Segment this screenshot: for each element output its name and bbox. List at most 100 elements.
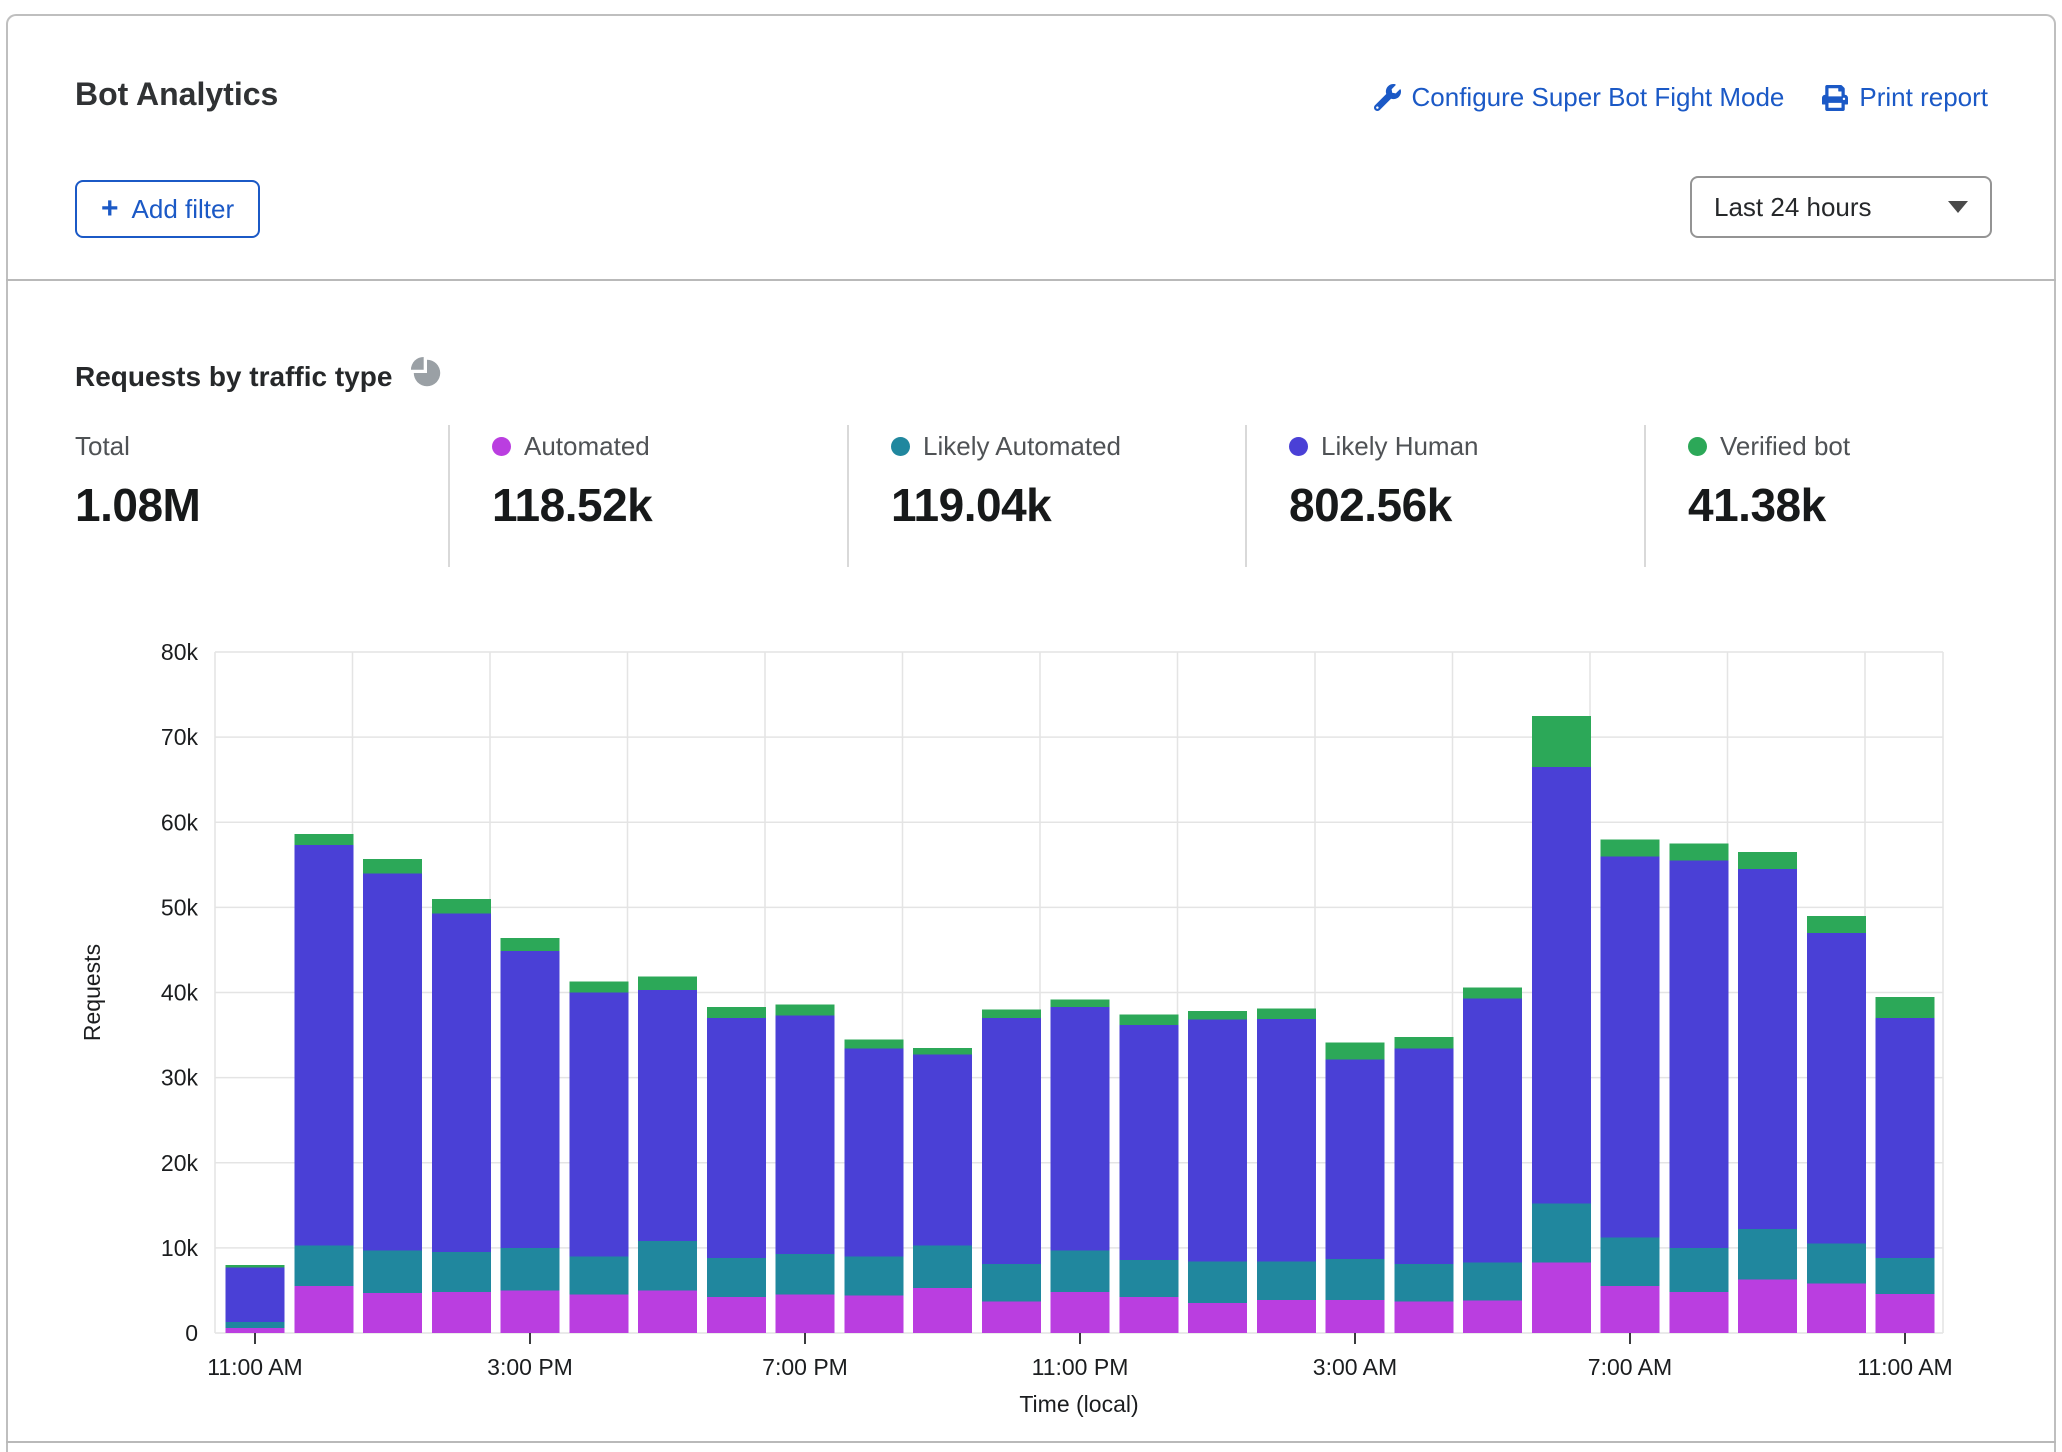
bar-segment-verified-bot[interactable] xyxy=(363,859,422,873)
bar-segment-automated[interactable] xyxy=(1601,1286,1660,1333)
bar-segment-automated[interactable] xyxy=(363,1293,422,1333)
bar-segment-verified-bot[interactable] xyxy=(707,1007,766,1018)
bar-segment-likely-human[interactable] xyxy=(1807,933,1866,1244)
bar-segment-likely-automated[interactable] xyxy=(1532,1204,1591,1263)
bar-segment-automated[interactable] xyxy=(432,1292,491,1333)
bar-segment-verified-bot[interactable] xyxy=(432,899,491,913)
configure-super-bot-fight-mode-link[interactable]: Configure Super Bot Fight Mode xyxy=(1374,82,1785,113)
bar-segment-likely-automated[interactable] xyxy=(1051,1250,1110,1292)
bar-segment-automated[interactable] xyxy=(982,1302,1041,1333)
time-range-select[interactable]: Last 24 hours xyxy=(1690,176,1992,238)
bar-segment-likely-human[interactable] xyxy=(1188,1020,1247,1262)
bar-segment-likely-human[interactable] xyxy=(1326,1060,1385,1259)
bar-segment-automated[interactable] xyxy=(707,1297,766,1333)
bar-segment-likely-automated[interactable] xyxy=(501,1248,560,1291)
bar-segment-likely-automated[interactable] xyxy=(1188,1261,1247,1303)
bar-segment-likely-automated[interactable] xyxy=(1119,1260,1178,1297)
bar-segment-verified-bot[interactable] xyxy=(1051,999,1110,1007)
bar-segment-likely-human[interactable] xyxy=(363,873,422,1250)
print-report-link[interactable]: Print report xyxy=(1822,82,1988,113)
bar-segment-verified-bot[interactable] xyxy=(226,1265,285,1268)
bar-segment-likely-automated[interactable] xyxy=(1394,1264,1453,1301)
bar-segment-likely-human[interactable] xyxy=(844,1049,903,1257)
bar-segment-verified-bot[interactable] xyxy=(1188,1011,1247,1020)
bar-segment-verified-bot[interactable] xyxy=(913,1048,972,1055)
bar-segment-verified-bot[interactable] xyxy=(1532,716,1591,767)
bar-segment-likely-human[interactable] xyxy=(776,1015,835,1253)
bar-segment-automated[interactable] xyxy=(1669,1292,1728,1333)
bar-segment-automated[interactable] xyxy=(569,1295,628,1333)
bar-segment-automated[interactable] xyxy=(501,1290,560,1333)
bar-segment-automated[interactable] xyxy=(1257,1300,1316,1333)
bar-segment-likely-automated[interactable] xyxy=(638,1241,697,1290)
bar-segment-automated[interactable] xyxy=(294,1286,353,1333)
add-filter-button[interactable]: + Add filter xyxy=(75,180,260,238)
bar-segment-automated[interactable] xyxy=(1463,1301,1522,1333)
bar-segment-likely-human[interactable] xyxy=(1738,869,1797,1229)
bar-segment-likely-human[interactable] xyxy=(1532,767,1591,1204)
bar-segment-automated[interactable] xyxy=(844,1296,903,1333)
bar-segment-automated[interactable] xyxy=(1738,1279,1797,1333)
bar-segment-likely-automated[interactable] xyxy=(982,1264,1041,1301)
bar-segment-verified-bot[interactable] xyxy=(844,1039,903,1048)
bar-segment-verified-bot[interactable] xyxy=(1807,916,1866,933)
bar-segment-verified-bot[interactable] xyxy=(1257,1009,1316,1019)
bar-segment-verified-bot[interactable] xyxy=(1601,839,1660,856)
bar-segment-verified-bot[interactable] xyxy=(1876,997,1935,1018)
bar-segment-likely-automated[interactable] xyxy=(1601,1238,1660,1287)
bar-segment-automated[interactable] xyxy=(1532,1262,1591,1333)
bar-segment-likely-automated[interactable] xyxy=(363,1250,422,1293)
bar-segment-likely-automated[interactable] xyxy=(569,1256,628,1294)
bar-segment-likely-human[interactable] xyxy=(1876,1018,1935,1258)
bar-segment-automated[interactable] xyxy=(226,1328,285,1333)
bar-segment-verified-bot[interactable] xyxy=(1669,844,1728,861)
bar-segment-likely-human[interactable] xyxy=(982,1018,1041,1264)
bar-segment-likely-human[interactable] xyxy=(707,1018,766,1258)
bar-segment-likely-automated[interactable] xyxy=(1257,1261,1316,1299)
bar-segment-likely-human[interactable] xyxy=(1257,1019,1316,1262)
bar-segment-likely-human[interactable] xyxy=(1601,856,1660,1237)
bar-segment-likely-automated[interactable] xyxy=(1326,1259,1385,1300)
bar-segment-verified-bot[interactable] xyxy=(982,1010,1041,1019)
bar-segment-likely-automated[interactable] xyxy=(1876,1258,1935,1294)
bar-segment-automated[interactable] xyxy=(913,1288,972,1333)
bar-segment-automated[interactable] xyxy=(1876,1294,1935,1333)
bar-segment-automated[interactable] xyxy=(1326,1300,1385,1333)
bar-segment-likely-human[interactable] xyxy=(913,1055,972,1246)
bar-segment-likely-human[interactable] xyxy=(638,990,697,1241)
bar-segment-automated[interactable] xyxy=(1119,1297,1178,1333)
bar-segment-automated[interactable] xyxy=(638,1290,697,1333)
bar-segment-automated[interactable] xyxy=(776,1295,835,1333)
bar-segment-likely-automated[interactable] xyxy=(1463,1262,1522,1300)
bar-segment-verified-bot[interactable] xyxy=(776,1004,835,1015)
bar-segment-verified-bot[interactable] xyxy=(1738,852,1797,869)
bar-segment-likely-automated[interactable] xyxy=(707,1258,766,1297)
bar-segment-likely-automated[interactable] xyxy=(1669,1248,1728,1292)
bar-segment-likely-automated[interactable] xyxy=(1738,1229,1797,1279)
bar-segment-verified-bot[interactable] xyxy=(638,976,697,990)
bar-segment-automated[interactable] xyxy=(1807,1284,1866,1333)
bar-segment-verified-bot[interactable] xyxy=(1326,1043,1385,1060)
bar-segment-automated[interactable] xyxy=(1394,1302,1453,1333)
bar-segment-likely-automated[interactable] xyxy=(226,1322,285,1328)
bar-segment-likely-human[interactable] xyxy=(1051,1007,1110,1250)
bar-segment-likely-automated[interactable] xyxy=(294,1245,353,1286)
bar-segment-likely-automated[interactable] xyxy=(844,1256,903,1295)
bar-segment-likely-human[interactable] xyxy=(1669,861,1728,1248)
bar-segment-automated[interactable] xyxy=(1051,1292,1110,1333)
bar-segment-likely-human[interactable] xyxy=(501,951,560,1248)
bar-segment-likely-human[interactable] xyxy=(226,1267,285,1321)
bar-segment-likely-human[interactable] xyxy=(294,845,353,1245)
bar-segment-verified-bot[interactable] xyxy=(1394,1037,1453,1049)
bar-segment-verified-bot[interactable] xyxy=(294,834,353,845)
bar-segment-likely-human[interactable] xyxy=(432,913,491,1252)
bar-segment-likely-automated[interactable] xyxy=(776,1254,835,1295)
bar-segment-likely-human[interactable] xyxy=(569,993,628,1257)
bar-segment-verified-bot[interactable] xyxy=(569,981,628,992)
bar-segment-likely-automated[interactable] xyxy=(1807,1244,1866,1284)
bar-segment-likely-automated[interactable] xyxy=(432,1252,491,1292)
bar-segment-automated[interactable] xyxy=(1188,1303,1247,1333)
bar-segment-likely-human[interactable] xyxy=(1463,998,1522,1262)
bar-segment-verified-bot[interactable] xyxy=(501,938,560,951)
bar-segment-verified-bot[interactable] xyxy=(1463,987,1522,998)
